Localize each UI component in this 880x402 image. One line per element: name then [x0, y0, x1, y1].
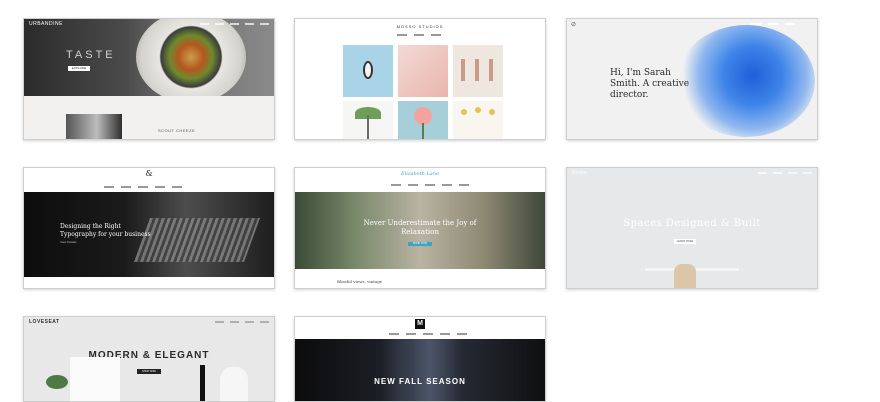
- chef-photo: [66, 114, 122, 139]
- headline: Never Underestimate the Joy of Relaxatio…: [363, 219, 477, 236]
- template-card-fall-season[interactable]: M NEW FALL SEASON: [294, 316, 546, 402]
- nav-menu: [758, 172, 812, 174]
- vase-image: [220, 367, 248, 401]
- headline: Designing the Right Typography for your …: [60, 223, 151, 238]
- headline: Hi, I'm Sarah Smith. A creative director…: [610, 68, 690, 100]
- sub-link: View Details: [60, 240, 77, 244]
- nav-menu: [389, 333, 467, 335]
- plant-image: [46, 375, 68, 389]
- logo-icon: ⊘: [571, 22, 577, 28]
- brand-name: Elizabeth Lane: [401, 171, 439, 177]
- nav-menu: [215, 321, 269, 323]
- nav-menu: [391, 184, 469, 186]
- nav-menu: [104, 186, 182, 188]
- template-card-loveseat[interactable]: LOVESEAT MODERN & ELEGANT SHOP NOW: [23, 316, 275, 402]
- candle-holder-image: [200, 365, 205, 401]
- template-card-spaces[interactable]: Home Spaces Designed & Built LEARN MORE: [566, 167, 818, 289]
- logo-ampersand: &: [145, 169, 153, 178]
- frame-image: [70, 357, 120, 401]
- chair-image: [674, 264, 696, 288]
- hero-word: TASTE: [66, 49, 116, 61]
- headline: Spaces Designed & Built: [623, 218, 761, 229]
- brand-name: MOSSO STUDIOS: [396, 24, 444, 29]
- logo-m: M: [415, 319, 425, 329]
- brand-name: LOVESEAT: [29, 319, 60, 325]
- brand-name: URBANDINE: [29, 21, 63, 27]
- template-card-urbandine[interactable]: URBANDINE TASTE EXPLORE SCOUT CHEEZE: [23, 18, 275, 140]
- template-card-relaxation[interactable]: Elizabeth Lane Never Underestimate the J…: [294, 167, 546, 289]
- gallery-tile-cactus: [453, 45, 503, 97]
- footer-text: Blissful views, vintage: [337, 279, 383, 284]
- nav-menu: [397, 34, 441, 36]
- template-card-creative-director[interactable]: ⊘ Hi, I'm Sarah Smith. A creative direct…: [566, 18, 818, 140]
- template-card-typography[interactable]: & Designing the Right Typography for you…: [23, 167, 275, 289]
- gallery-tile-blue-flower: [343, 45, 393, 97]
- headline: MODERN & ELEGANT: [88, 350, 210, 361]
- headline: NEW FALL SEASON: [374, 377, 466, 386]
- brand-name: Home: [572, 170, 588, 176]
- model-image: [381, 339, 461, 401]
- nav-menu: [751, 23, 795, 25]
- learn-more-button: LEARN MORE: [674, 239, 696, 244]
- gallery-tile-flower: [398, 101, 448, 139]
- book-button: BOOK NOW: [408, 242, 432, 246]
- nav-menu: [200, 23, 269, 25]
- gallery-tile-palm: [343, 101, 393, 139]
- gallery-tile-plants: [453, 101, 503, 139]
- template-card-mosso-studios[interactable]: MOSSO STUDIOS: [294, 18, 546, 140]
- shop-button: SHOP NOW: [137, 369, 161, 374]
- gallery-tile-hands: [398, 45, 448, 97]
- hero-button: EXPLORE: [68, 66, 90, 71]
- lower-section: [24, 96, 274, 139]
- footer-text: SCOUT CHEEZE: [158, 128, 196, 133]
